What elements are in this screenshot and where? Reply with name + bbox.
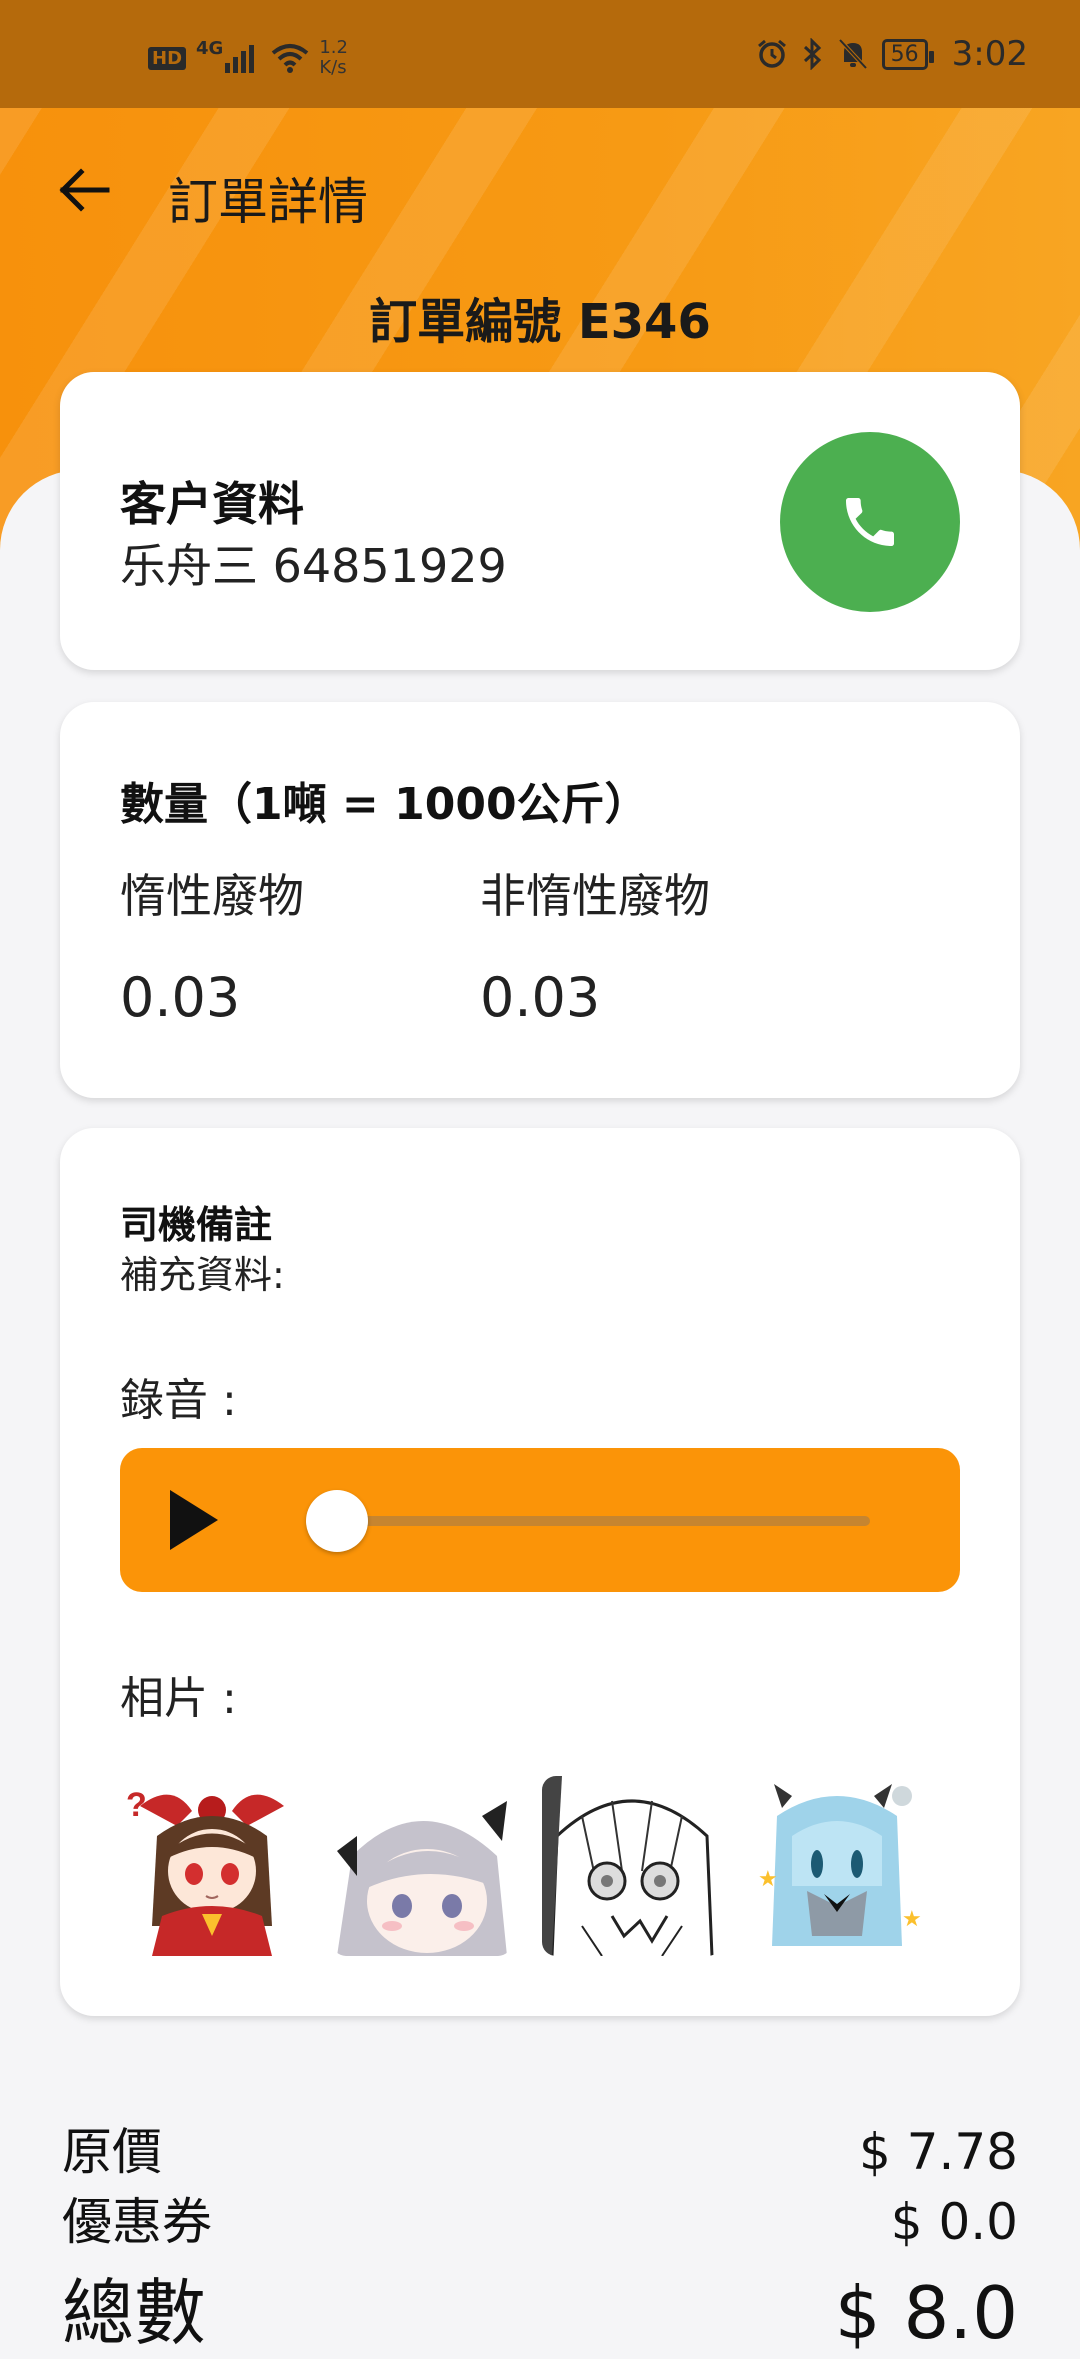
back-button[interactable] bbox=[54, 160, 114, 220]
svg-text:★: ★ bbox=[902, 1907, 922, 1932]
status-bar: HD 4G 1.2 K/s 56 3:02 bbox=[0, 0, 1080, 108]
order-number: 訂單編號 E346 bbox=[369, 294, 711, 350]
battery-icon: 56 bbox=[881, 38, 934, 70]
network-speed: 1.2 K/s bbox=[319, 38, 348, 78]
wifi-icon bbox=[272, 44, 309, 73]
total-row: 總數 $ 8.0 bbox=[62, 2254, 1018, 2359]
notes-extra-info: 補充資料: bbox=[120, 1253, 285, 1297]
non-inert-waste-column: 非惰性廢物 0.03 bbox=[480, 860, 710, 1029]
quantity-card: 數量（1噸 = 1000公斤） 惰性廢物 0.03 非惰性廢物 0.03 bbox=[60, 702, 1020, 1098]
mute-icon bbox=[838, 38, 868, 70]
notes-title: 司機備註 bbox=[120, 1203, 273, 1247]
total-value: $ 8.0 bbox=[834, 2271, 1018, 2355]
original-price-row: 原價 $ 7.78 bbox=[62, 2112, 1018, 2184]
inert-waste-value: 0.03 bbox=[120, 966, 241, 1029]
non-inert-waste-label: 非惰性廢物 bbox=[480, 869, 710, 923]
inert-waste-label: 惰性廢物 bbox=[120, 869, 304, 923]
phone-icon bbox=[846, 498, 894, 546]
driver-notes-card: 司機備註 補充資料: 錄音 : 相片 : ? ★ ★ bbox=[60, 1128, 1020, 2016]
customer-card: 客户資料 乐舟三 64851929 bbox=[60, 372, 1020, 670]
inert-waste-column: 惰性廢物 0.03 bbox=[120, 860, 304, 1029]
svg-text:?: ? bbox=[126, 1786, 147, 1824]
app-bar: 訂單詳情 bbox=[0, 108, 1080, 278]
quantity-title: 數量（1噸 = 1000公斤） bbox=[120, 779, 649, 830]
play-icon[interactable] bbox=[170, 1490, 218, 1550]
bluetooth-icon bbox=[803, 38, 821, 70]
status-left: HD 4G 1.2 K/s bbox=[148, 38, 348, 78]
recording-label: 錄音 : bbox=[120, 1375, 237, 1426]
total-label: 總數 bbox=[62, 2271, 207, 2355]
audio-player bbox=[120, 1448, 960, 1592]
photo-3[interactable] bbox=[542, 1776, 722, 1956]
photo-2[interactable] bbox=[332, 1776, 512, 1956]
arrow-left-icon bbox=[59, 168, 110, 212]
coupon-label: 優惠券 bbox=[62, 2193, 212, 2251]
status-right: 56 3:02 bbox=[756, 34, 1028, 74]
call-button[interactable] bbox=[780, 432, 960, 612]
clock: 3:02 bbox=[951, 34, 1028, 74]
svg-text:★: ★ bbox=[758, 1867, 778, 1892]
network-speed-unit: K/s bbox=[319, 57, 347, 78]
alarm-icon bbox=[757, 39, 786, 68]
original-price-label: 原價 bbox=[62, 2123, 162, 2181]
non-inert-waste-value: 0.03 bbox=[480, 966, 601, 1029]
signal-icon bbox=[225, 45, 255, 73]
audio-seek-track[interactable] bbox=[340, 1516, 870, 1526]
original-price-value: $ 7.78 bbox=[858, 2123, 1018, 2181]
customer-title: 客户資料 bbox=[120, 477, 304, 531]
audio-seek-thumb[interactable] bbox=[306, 1490, 368, 1552]
photo-1[interactable]: ? bbox=[122, 1776, 302, 1956]
customer-info: 乐舟三 64851929 bbox=[120, 539, 507, 593]
coupon-value: $ 0.0 bbox=[890, 2193, 1018, 2251]
network-type: 4G bbox=[196, 38, 224, 59]
photo-label: 相片 : bbox=[120, 1673, 237, 1724]
network-speed-value: 1.2 bbox=[319, 37, 348, 58]
page-title: 訂單詳情 bbox=[168, 173, 368, 231]
hd-badge-icon: HD bbox=[148, 46, 187, 70]
photo-gallery: ? ★ ★ bbox=[122, 1776, 932, 1956]
coupon-row: 優惠券 $ 0.0 bbox=[62, 2182, 1018, 2254]
photo-4[interactable]: ★ ★ bbox=[752, 1776, 932, 1956]
